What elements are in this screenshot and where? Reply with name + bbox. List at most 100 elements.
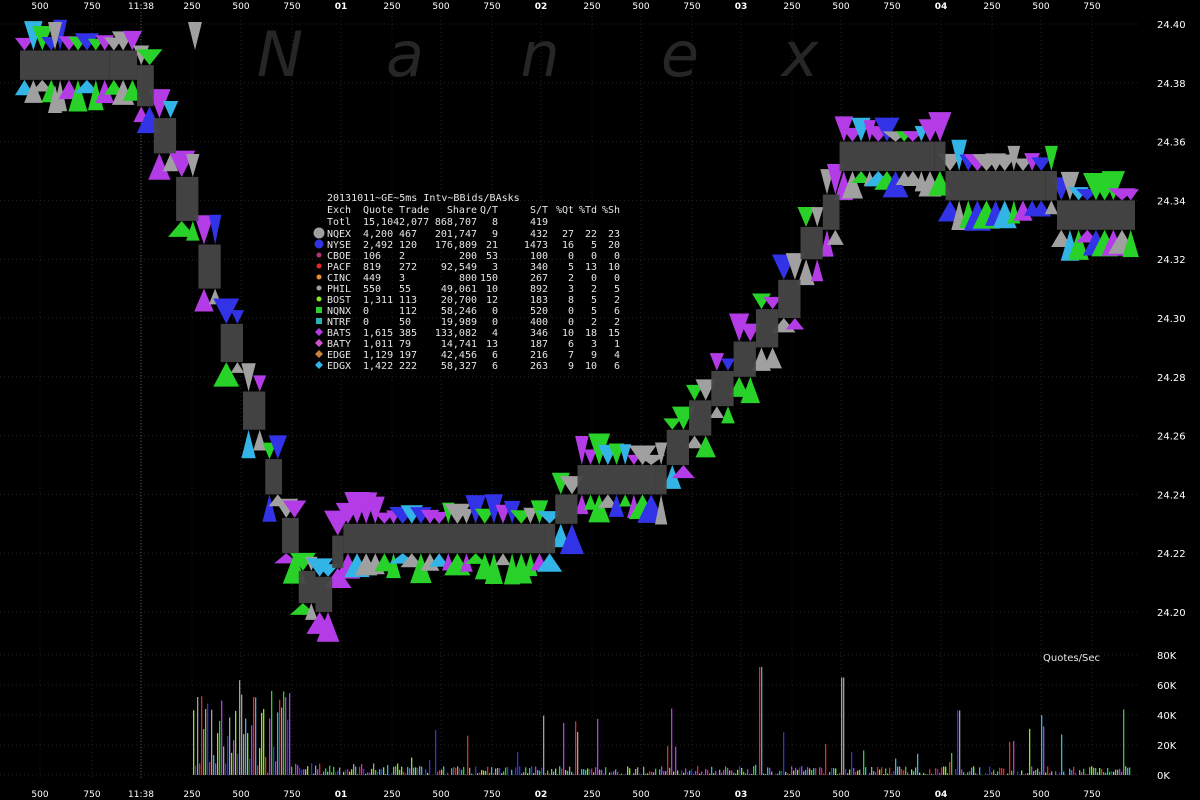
volume-bar	[891, 774, 893, 775]
table-row-cell: 92,549	[441, 262, 477, 273]
volume-bar	[303, 769, 305, 775]
volume-bar	[321, 773, 323, 775]
volume-bar	[875, 772, 877, 775]
volume-bar	[537, 769, 539, 775]
nbbo-segment	[332, 535, 344, 568]
table-row-cell: 20,700	[441, 295, 477, 306]
volume-bar	[813, 768, 815, 775]
nbbo-segment	[555, 494, 578, 524]
volume-bar	[385, 773, 387, 775]
volume-bar	[665, 771, 667, 775]
volume-bar	[785, 771, 787, 775]
volume-bar	[789, 774, 791, 775]
volume-bar	[311, 763, 313, 775]
volume-bar	[567, 770, 569, 775]
volume-bar	[743, 771, 745, 775]
volume-bar	[913, 771, 915, 775]
table-row-cell: 340	[530, 262, 548, 273]
volume-bar	[883, 774, 885, 775]
volume-bar	[975, 772, 977, 775]
volume-bar	[977, 774, 979, 775]
volume-bar	[363, 768, 365, 775]
volume-bar	[745, 773, 747, 775]
table-row-cell: 53	[486, 251, 498, 262]
volume-bar	[985, 773, 987, 775]
volume-bar	[261, 712, 263, 775]
volume-bar	[257, 765, 259, 775]
table-row-cell: 42,456	[441, 350, 477, 361]
table-row-cell: 6	[614, 361, 620, 372]
volume-bar	[1029, 728, 1031, 775]
volume-bar	[1079, 770, 1081, 775]
volume-bar	[271, 690, 273, 775]
volume-bar	[713, 773, 715, 775]
volume-bar	[277, 712, 279, 775]
volume-bar	[729, 770, 731, 775]
table-row-cell: NYSE	[327, 240, 351, 251]
exchange-marker-icon	[316, 318, 322, 324]
volume-bar	[641, 774, 643, 775]
time-tick-label: 250	[183, 790, 200, 800]
volume-bar	[583, 769, 585, 775]
table-row-cell: 5	[614, 284, 620, 295]
volume-bar	[779, 770, 781, 775]
volume-bar	[669, 767, 671, 775]
table-row-cell: BOST	[327, 295, 351, 306]
table-row-cell: EDGE	[327, 350, 351, 361]
nbbo-segment	[800, 226, 823, 260]
volume-bar	[531, 766, 533, 775]
volume-bar	[411, 757, 413, 775]
nbbo-segment	[711, 370, 734, 407]
volume-bar	[787, 773, 789, 775]
volume-bar	[805, 769, 807, 775]
volume-bar	[421, 766, 423, 775]
volume-bar	[957, 710, 959, 775]
volume-bar	[403, 771, 405, 775]
volume-bar	[523, 772, 525, 775]
volume-bar	[233, 740, 235, 775]
exchange-marker-icon	[313, 227, 325, 239]
volume-bar	[375, 769, 377, 775]
table-row-cell: 6	[492, 350, 498, 361]
volume-bar	[687, 772, 689, 775]
volume-bar	[243, 734, 245, 775]
volume-bar	[1039, 771, 1041, 775]
volume-bar	[777, 773, 779, 775]
time-tick-label: 500	[1032, 2, 1049, 12]
time-tick-label: 250	[983, 790, 1000, 800]
table-row-cell: 2	[399, 251, 405, 262]
table-row-cell: 113	[399, 295, 417, 306]
volume-bar	[911, 769, 913, 775]
volume-bar	[221, 700, 223, 775]
volume-bar	[1087, 774, 1089, 775]
volume-bar	[941, 767, 943, 775]
volume-bar	[637, 767, 639, 775]
nbbo-segment	[282, 517, 299, 554]
table-row-cell: 550	[363, 284, 381, 295]
table-row-cell: PHIL	[327, 284, 351, 295]
table-row-cell: CBOE	[327, 251, 351, 262]
volume-bar	[1091, 766, 1093, 775]
volume-bar	[609, 772, 611, 775]
table-header-cell: S/T	[530, 205, 548, 216]
volume-bar	[839, 772, 841, 775]
table-row-cell: 0	[363, 306, 369, 317]
volume-bar	[359, 766, 361, 775]
volume-bar	[361, 764, 363, 775]
time-tick-label: 01	[335, 790, 348, 800]
volume-tick-label: 40K	[1157, 711, 1177, 722]
time-tick-label: 500	[1032, 790, 1049, 800]
table-row-cell: 120	[399, 240, 417, 251]
volume-bar	[753, 766, 755, 775]
table-row-cell: 58,246	[441, 306, 477, 317]
time-tick-label: 01	[335, 2, 348, 12]
table-row-cell: 432	[530, 229, 548, 240]
volume-bar	[425, 769, 427, 775]
volume-bar	[711, 766, 713, 775]
volume-bar	[377, 772, 379, 775]
volume-bar	[281, 707, 283, 775]
volume-bar	[1069, 768, 1071, 775]
volume-bar	[349, 771, 351, 775]
volume-bar	[965, 774, 967, 775]
volume-bar	[451, 768, 453, 775]
